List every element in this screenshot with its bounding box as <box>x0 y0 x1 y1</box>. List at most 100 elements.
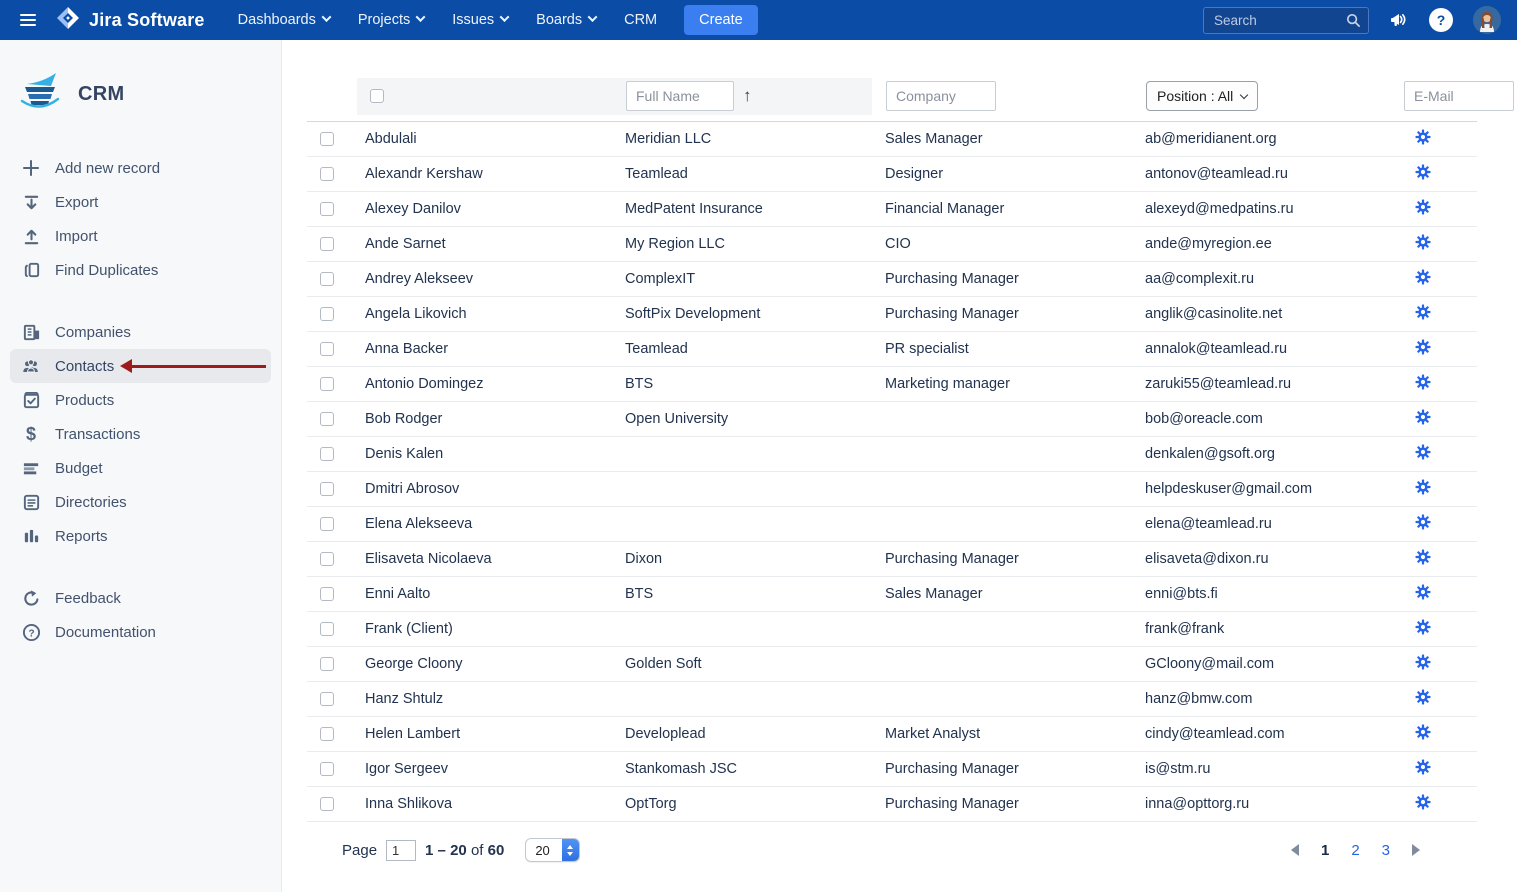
row-settings-gear-icon[interactable] <box>1415 479 1431 495</box>
table-row[interactable]: Denis Kalen denkalen@gsoft.org <box>307 437 1477 472</box>
row-settings-gear-icon[interactable] <box>1415 794 1431 810</box>
sidebar-item-import[interactable]: Import <box>0 219 281 253</box>
sidebar-item-contacts[interactable]: Contacts <box>10 349 271 383</box>
page-number-2[interactable]: 2 <box>1351 842 1359 859</box>
sidebar-item-export[interactable]: Export <box>0 185 281 219</box>
table-row[interactable]: Enni Aalto BTS Sales Manager enni@bts.fi <box>307 577 1477 612</box>
row-checkbox[interactable] <box>320 377 334 391</box>
row-checkbox[interactable] <box>320 762 334 776</box>
table-row[interactable]: Igor Sergeev Stankomash JSC Purchasing M… <box>307 752 1477 787</box>
row-settings-gear-icon[interactable] <box>1415 619 1431 635</box>
position-filter-select[interactable]: Position : All <box>1146 81 1258 111</box>
row-settings-gear-icon[interactable] <box>1415 514 1431 530</box>
sidebar-footer-group: Feedback ? Documentation <box>0 581 281 649</box>
row-checkbox[interactable] <box>320 797 334 811</box>
jira-brand[interactable]: Jira Software <box>56 6 205 35</box>
row-checkbox[interactable] <box>320 552 334 566</box>
company-filter-input[interactable] <box>886 81 996 111</box>
row-settings-gear-icon[interactable] <box>1415 234 1431 250</box>
nav-item-projects[interactable]: Projects <box>347 6 435 34</box>
sidebar-item-transactions[interactable]: $ Transactions <box>0 417 281 451</box>
row-checkbox[interactable] <box>320 237 334 251</box>
sort-ascending-icon[interactable]: ↑ <box>743 86 752 106</box>
table-row[interactable]: Andrey Alekseev ComplexIT Purchasing Man… <box>307 262 1477 297</box>
row-settings-gear-icon[interactable] <box>1415 759 1431 775</box>
nav-item-boards[interactable]: Boards <box>525 6 607 34</box>
table-row[interactable]: Alexey Danilov MedPatent Insurance Finan… <box>307 192 1477 227</box>
sidebar-item-budget[interactable]: Budget <box>0 451 281 485</box>
row-settings-gear-icon[interactable] <box>1415 304 1431 320</box>
sidebar-item-feedback[interactable]: Feedback <box>0 581 281 615</box>
table-row[interactable]: Frank (Client) frank@frank <box>307 612 1477 647</box>
row-checkbox[interactable] <box>320 587 334 601</box>
page-size-select[interactable]: 20 <box>525 838 579 862</box>
table-row[interactable]: Abdulali Meridian LLC Sales Manager ab@m… <box>307 122 1477 157</box>
row-settings-gear-icon[interactable] <box>1415 129 1431 145</box>
nav-item-dashboards[interactable]: Dashboards <box>227 6 341 34</box>
row-checkbox[interactable] <box>320 272 334 286</box>
row-settings-gear-icon[interactable] <box>1415 199 1431 215</box>
row-settings-gear-icon[interactable] <box>1415 269 1431 285</box>
table-row[interactable]: Hanz Shtulz hanz@bmw.com <box>307 682 1477 717</box>
previous-page-icon[interactable] <box>1291 844 1299 856</box>
sidebar-item-reports[interactable]: Reports <box>0 519 281 553</box>
page-number-input[interactable] <box>386 840 416 861</box>
row-checkbox[interactable] <box>320 727 334 741</box>
nav-item-issues[interactable]: Issues <box>441 6 519 34</box>
row-settings-gear-icon[interactable] <box>1415 724 1431 740</box>
row-checkbox[interactable] <box>320 692 334 706</box>
row-settings-gear-icon[interactable] <box>1415 409 1431 425</box>
sidebar-item-documentation[interactable]: ? Documentation <box>0 615 281 649</box>
row-checkbox[interactable] <box>320 342 334 356</box>
next-page-icon[interactable] <box>1412 844 1420 856</box>
select-all-checkbox[interactable] <box>370 89 384 103</box>
search-input[interactable] <box>1203 7 1369 34</box>
announcements-icon[interactable] <box>1389 10 1409 30</box>
row-checkbox[interactable] <box>320 517 334 531</box>
row-settings-gear-icon[interactable] <box>1415 374 1431 390</box>
row-checkbox[interactable] <box>320 132 334 146</box>
row-checkbox[interactable] <box>320 447 334 461</box>
row-settings-gear-icon[interactable] <box>1415 444 1431 460</box>
row-settings-gear-icon[interactable] <box>1415 339 1431 355</box>
table-row[interactable]: Elena Alekseeva elena@teamlead.ru <box>307 507 1477 542</box>
sidebar-item-products[interactable]: Products <box>0 383 281 417</box>
row-settings-gear-icon[interactable] <box>1415 654 1431 670</box>
full-name-filter-input[interactable] <box>626 81 734 111</box>
table-row[interactable]: Angela Likovich SoftPix Development Purc… <box>307 297 1477 332</box>
row-checkbox[interactable] <box>320 482 334 496</box>
table-row[interactable]: Antonio Domingez BTS Marketing manager z… <box>307 367 1477 402</box>
table-row[interactable]: Helen Lambert Developlead Market Analyst… <box>307 717 1477 752</box>
user-avatar[interactable] <box>1473 6 1501 34</box>
row-checkbox[interactable] <box>320 412 334 426</box>
row-checkbox[interactable] <box>320 307 334 321</box>
search-icon[interactable] <box>1346 13 1361 28</box>
sidebar-item-companies[interactable]: Companies <box>0 315 281 349</box>
row-settings-gear-icon[interactable] <box>1415 584 1431 600</box>
row-settings-gear-icon[interactable] <box>1415 164 1431 180</box>
email-filter-input[interactable] <box>1404 81 1514 111</box>
row-checkbox[interactable] <box>320 622 334 636</box>
page-number-1[interactable]: 1 <box>1321 842 1329 859</box>
nav-item-crm[interactable]: CRM <box>613 6 668 34</box>
table-row[interactable]: Ande Sarnet My Region LLC CIO ande@myreg… <box>307 227 1477 262</box>
row-checkbox[interactable] <box>320 167 334 181</box>
page-number-3[interactable]: 3 <box>1382 842 1390 859</box>
create-button[interactable]: Create <box>684 5 758 35</box>
sidebar-item-add-new-record[interactable]: Add new record <box>0 151 281 185</box>
table-row[interactable]: Alexandr Kershaw Teamlead Designer anton… <box>307 157 1477 192</box>
hamburger-menu-icon[interactable] <box>8 0 48 40</box>
table-row[interactable]: Elisaveta Nicolaeva Dixon Purchasing Man… <box>307 542 1477 577</box>
table-row[interactable]: Dmitri Abrosov helpdeskuser@gmail.com <box>307 472 1477 507</box>
table-row[interactable]: Inna Shlikova OptTorg Purchasing Manager… <box>307 787 1477 822</box>
help-icon[interactable]: ? <box>1429 8 1453 32</box>
row-settings-gear-icon[interactable] <box>1415 689 1431 705</box>
row-settings-gear-icon[interactable] <box>1415 549 1431 565</box>
table-row[interactable]: Bob Rodger Open University bob@oreacle.c… <box>307 402 1477 437</box>
row-checkbox[interactable] <box>320 202 334 216</box>
table-row[interactable]: George Cloony Golden Soft GCloony@mail.c… <box>307 647 1477 682</box>
row-checkbox[interactable] <box>320 657 334 671</box>
sidebar-item-find-duplicates[interactable]: Find Duplicates <box>0 253 281 287</box>
table-row[interactable]: Anna Backer Teamlead PR specialist annal… <box>307 332 1477 367</box>
sidebar-item-directories[interactable]: Directories <box>0 485 281 519</box>
